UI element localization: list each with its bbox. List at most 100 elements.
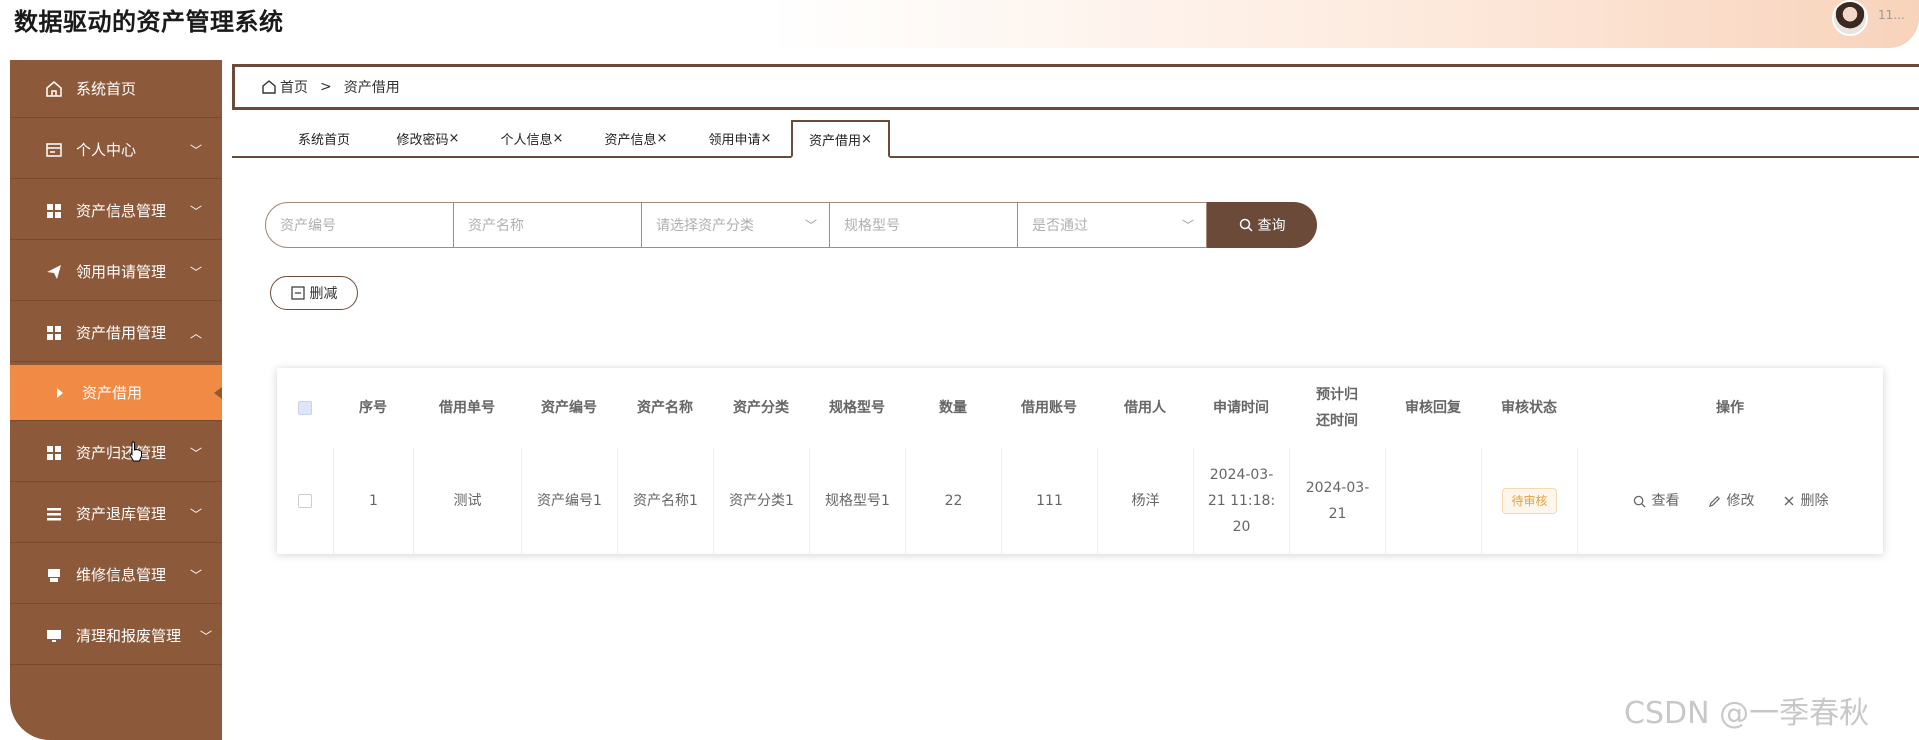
breadcrumb-current: 资产借用 (343, 80, 400, 96)
delete-label: 删减 (309, 286, 338, 302)
close-icon[interactable]: × (761, 131, 772, 146)
breadcrumb-home[interactable]: 首页 (280, 77, 308, 97)
id-card-icon (44, 140, 64, 160)
column-header: 规格型号 (829, 400, 885, 416)
sidebar-item-label: 资产归还管理 (76, 444, 167, 462)
sidebar-item-scrap[interactable]: 清理和报废管理 ﹀ (10, 607, 222, 665)
status-badge: 待审核 (1502, 488, 1557, 514)
cell-reply (1385, 448, 1481, 554)
user-name[interactable]: 11... (1878, 8, 1905, 22)
column-header: 审核状态 (1501, 400, 1557, 416)
cell-apply-time: 2024-03-21 11:18:20 (1193, 448, 1289, 554)
sidebar-item-label: 领用申请管理 (76, 263, 167, 281)
placeholder: 规格型号 (844, 218, 900, 234)
monitor-icon (44, 626, 64, 646)
column-header: 数量 (939, 400, 967, 416)
active-indicator (214, 386, 222, 399)
table-header: 序号 借用单号 资产编号 资产名称 资产分类 规格型号 数量 借用账号 借用人 … (277, 368, 1883, 448)
sidebar-item-personal-center[interactable]: 个人中心 ﹀ (10, 121, 222, 179)
home-icon (44, 79, 64, 99)
tab-asset-borrow[interactable]: 资产借用 × (791, 120, 890, 158)
query-button[interactable]: 查询 (1207, 202, 1317, 248)
tab-personal-info[interactable]: 个人信息 × (480, 120, 584, 156)
cell-category: 资产分类1 (713, 448, 809, 554)
tab-asset-info[interactable]: 资产信息 × (584, 120, 688, 156)
sidebar-item-label: 个人中心 (76, 141, 137, 159)
sidebar-item-label: 清理和报废管理 (76, 627, 182, 645)
sidebar-item-return[interactable]: 资产归还管理 ﹀ (10, 424, 222, 482)
sidebar-item-asset-info[interactable]: 资产信息管理 ﹀ (10, 182, 222, 240)
row-checkbox[interactable] (298, 494, 312, 508)
chevron-down-icon: ﹀ (1181, 218, 1194, 233)
view-button[interactable]: 查看 (1633, 488, 1680, 514)
delete-button[interactable]: 删减 (270, 276, 358, 310)
app-title: 数据驱动的资产管理系统 (14, 8, 284, 36)
close-icon[interactable]: × (553, 131, 564, 146)
sidebar-item-repair[interactable]: 维修信息管理 ﹀ (10, 546, 222, 604)
tab-change-password[interactable]: 修改密码 × (376, 120, 480, 156)
column-header: 申请时间 (1213, 400, 1269, 416)
tab-bar: 系统首页 修改密码 × 个人信息 × 资产信息 × 领用申请 × 资产借用 × (232, 120, 1919, 158)
asset-name-input[interactable]: 资产名称 (454, 202, 642, 248)
send-icon (44, 262, 64, 282)
cell-borrow-no: 测试 (413, 448, 521, 554)
sidebar-item-stock-return[interactable]: 资产退库管理 ﹀ (10, 485, 222, 543)
chevron-down-icon: ﹀ (189, 568, 202, 582)
chevron-down-icon: ﹀ (189, 204, 202, 218)
cell-return-time: 2024-03-21 (1289, 448, 1385, 554)
borrow-table: 序号 借用单号 资产编号 资产名称 资产分类 规格型号 数量 借用账号 借用人 … (277, 368, 1883, 554)
passed-select[interactable]: 是否通过 ﹀ (1018, 202, 1207, 248)
sidebar-item-asset-borrow[interactable]: 资产借用 (10, 365, 222, 421)
chevron-down-icon: ﹀ (189, 143, 202, 157)
tab-label: 资产信息 (604, 132, 657, 148)
category-select[interactable]: 请选择资产分类 ﹀ (642, 202, 830, 248)
delete-label: 删除 (1800, 493, 1829, 509)
tab-label: 修改密码 (396, 132, 449, 148)
search-icon (1633, 495, 1646, 508)
user-avatar[interactable] (1832, 0, 1868, 36)
spec-input[interactable]: 规格型号 (830, 202, 1018, 248)
column-header: 资产编号 (541, 400, 597, 416)
sidebar-item-label: 系统首页 (76, 80, 137, 98)
grid-icon (44, 201, 64, 221)
sidebar-item-label: 资产借用管理 (76, 324, 167, 342)
column-header: 序号 (359, 400, 387, 416)
cell-asset-no: 资产编号1 (521, 448, 617, 554)
tab-home[interactable]: 系统首页 (272, 120, 376, 156)
home-icon[interactable] (261, 79, 277, 95)
sidebar-item-home[interactable]: 系统首页 (10, 60, 222, 118)
cell-quantity: 22 (905, 448, 1001, 554)
sidebar-item-label: 资产退库管理 (76, 505, 167, 523)
table-row[interactable]: 1 测试 资产编号1 资产名称1 资产分类1 规格型号1 22 111 杨洋 2… (277, 448, 1883, 554)
cell-operations: 查看 修改 删除 (1577, 448, 1883, 554)
watermark: CSDN @一季春秋 (1624, 696, 1870, 731)
close-icon[interactable]: × (449, 131, 460, 146)
sidebar-item-label: 维修信息管理 (76, 566, 167, 584)
asset-no-input[interactable]: 资产编号 (265, 202, 454, 248)
sidebar-item-apply[interactable]: 领用申请管理 ﹀ (10, 243, 222, 301)
cell-spec: 规格型号1 (809, 448, 905, 554)
delete-row-button[interactable]: 删除 (1783, 488, 1829, 514)
search-icon (1239, 218, 1253, 232)
sidebar: 系统首页 个人中心 ﹀ 资产信息管理 ﹀ 领用申请管理 ﹀ 资产借用管理 ︿ 资… (10, 60, 222, 740)
column-header: 审核回复 (1405, 400, 1461, 416)
caret-right-icon (50, 383, 70, 403)
column-header: 资产分类 (733, 400, 789, 416)
tab-apply[interactable]: 领用申请 × (688, 120, 792, 156)
chevron-down-icon: ﹀ (189, 265, 202, 279)
cell-borrower: 杨洋 (1097, 448, 1193, 554)
placeholder: 请选择资产分类 (656, 218, 754, 234)
edit-button[interactable]: 修改 (1708, 488, 1755, 514)
breadcrumb: 首页 > 资产借用 (232, 64, 1919, 110)
tab-label: 个人信息 (500, 132, 553, 148)
cell-status: 待审核 (1481, 448, 1577, 554)
sidebar-item-borrow[interactable]: 资产借用管理 ︿ (10, 304, 222, 362)
column-header: 借用人 (1124, 400, 1166, 416)
close-icon[interactable]: × (861, 132, 872, 147)
grid-icon (44, 443, 64, 463)
close-icon[interactable]: × (657, 131, 668, 146)
view-label: 查看 (1651, 493, 1680, 509)
chevron-up-icon: ︿ (189, 326, 202, 340)
select-all-checkbox[interactable] (298, 401, 312, 415)
hand-cursor-icon (129, 441, 142, 462)
